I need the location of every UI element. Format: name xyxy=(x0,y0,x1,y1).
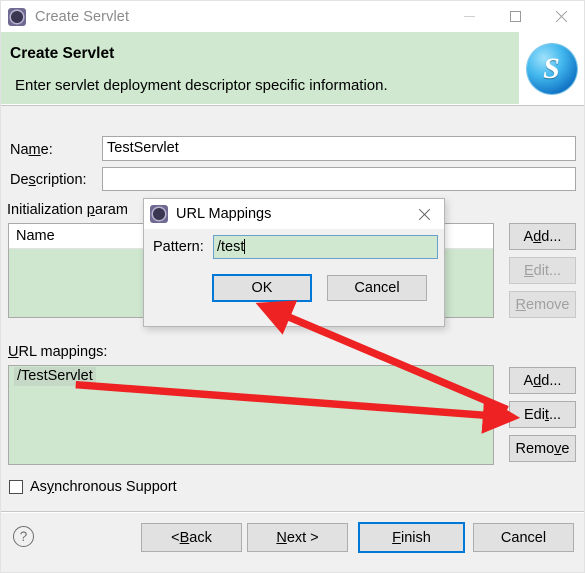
url-mappings-remove-button[interactable]: Remo v e xyxy=(509,435,576,462)
cancel-button[interactable]: Cancel xyxy=(473,523,574,552)
description-input[interactable] xyxy=(102,167,576,191)
dialog-close-button[interactable] xyxy=(404,199,444,229)
minimize-button[interactable] xyxy=(446,1,492,32)
close-button[interactable] xyxy=(538,1,584,32)
banner-subtitle: Enter servlet deployment descriptor spec… xyxy=(15,77,388,94)
dialog-ok-button[interactable]: OK xyxy=(212,274,312,302)
maximize-button[interactable] xyxy=(492,1,538,32)
dialog-title: URL Mappings xyxy=(176,206,272,222)
wizard-content: Name: TestServlet Description: Initializ… xyxy=(1,106,584,572)
next-button[interactable]: Next > xyxy=(247,523,348,552)
footer-divider xyxy=(1,511,584,512)
window-title: Create Servlet xyxy=(35,8,130,25)
eclipse-gear-icon xyxy=(8,7,26,26)
maximize-icon xyxy=(509,11,521,22)
wizard-banner: Create Servlet Enter servlet deployment … xyxy=(1,32,584,106)
create-servlet-wizard: Create Servlet Create Servlet Enter serv… xyxy=(0,0,585,573)
init-params-remove-button: Remove xyxy=(509,291,576,318)
init-params-column-name: Name xyxy=(16,228,55,244)
back-button[interactable]: < Back xyxy=(141,523,242,552)
name-label: Name: xyxy=(10,142,53,158)
close-icon xyxy=(418,208,431,221)
close-icon xyxy=(555,10,568,23)
pattern-input-value: /test xyxy=(217,239,245,255)
dialog-titlebar: URL Mappings xyxy=(144,199,444,229)
url-mappings-add-button[interactable]: Ad d... xyxy=(509,367,576,394)
url-mappings-selected-item[interactable]: /TestServlet xyxy=(14,367,96,386)
minimize-icon xyxy=(463,16,475,17)
init-params-label: Initialization param xyxy=(7,202,128,218)
url-mappings-edit-button[interactable]: Edi t... xyxy=(509,401,576,428)
dialog-cancel-button[interactable]: Cancel xyxy=(327,275,427,301)
pattern-label: Pattern: xyxy=(153,239,204,255)
init-params-add-button[interactable]: Ad d... xyxy=(509,223,576,250)
help-icon[interactable]: ? xyxy=(13,526,34,547)
text-caret xyxy=(244,239,246,254)
banner-title: Create Servlet xyxy=(10,45,115,62)
init-params-edit-button: Edit... xyxy=(509,257,576,284)
url-mappings-list[interactable]: /TestServlet xyxy=(8,365,494,465)
spring-s-logo-icon: S xyxy=(526,43,577,94)
description-label: Description: xyxy=(10,172,87,188)
banner-logo: S xyxy=(519,32,584,105)
async-support-label: Asynchronous Support xyxy=(30,479,177,495)
name-input[interactable]: TestServlet xyxy=(102,136,576,161)
window-titlebar: Create Servlet xyxy=(1,1,584,32)
eclipse-gear-icon xyxy=(150,205,168,223)
url-mappings-dialog: URL Mappings Pattern: /test OK Cancel xyxy=(143,198,445,327)
pattern-input[interactable]: /test xyxy=(213,235,438,259)
async-support-row[interactable]: Asynchronous Support xyxy=(9,479,177,495)
url-mappings-label: URL mappings: xyxy=(8,344,108,360)
window-controls xyxy=(446,1,584,32)
async-support-checkbox[interactable] xyxy=(9,480,23,494)
list-item[interactable]: /TestServlet xyxy=(9,366,493,387)
finish-button[interactable]: Finish xyxy=(358,522,465,553)
